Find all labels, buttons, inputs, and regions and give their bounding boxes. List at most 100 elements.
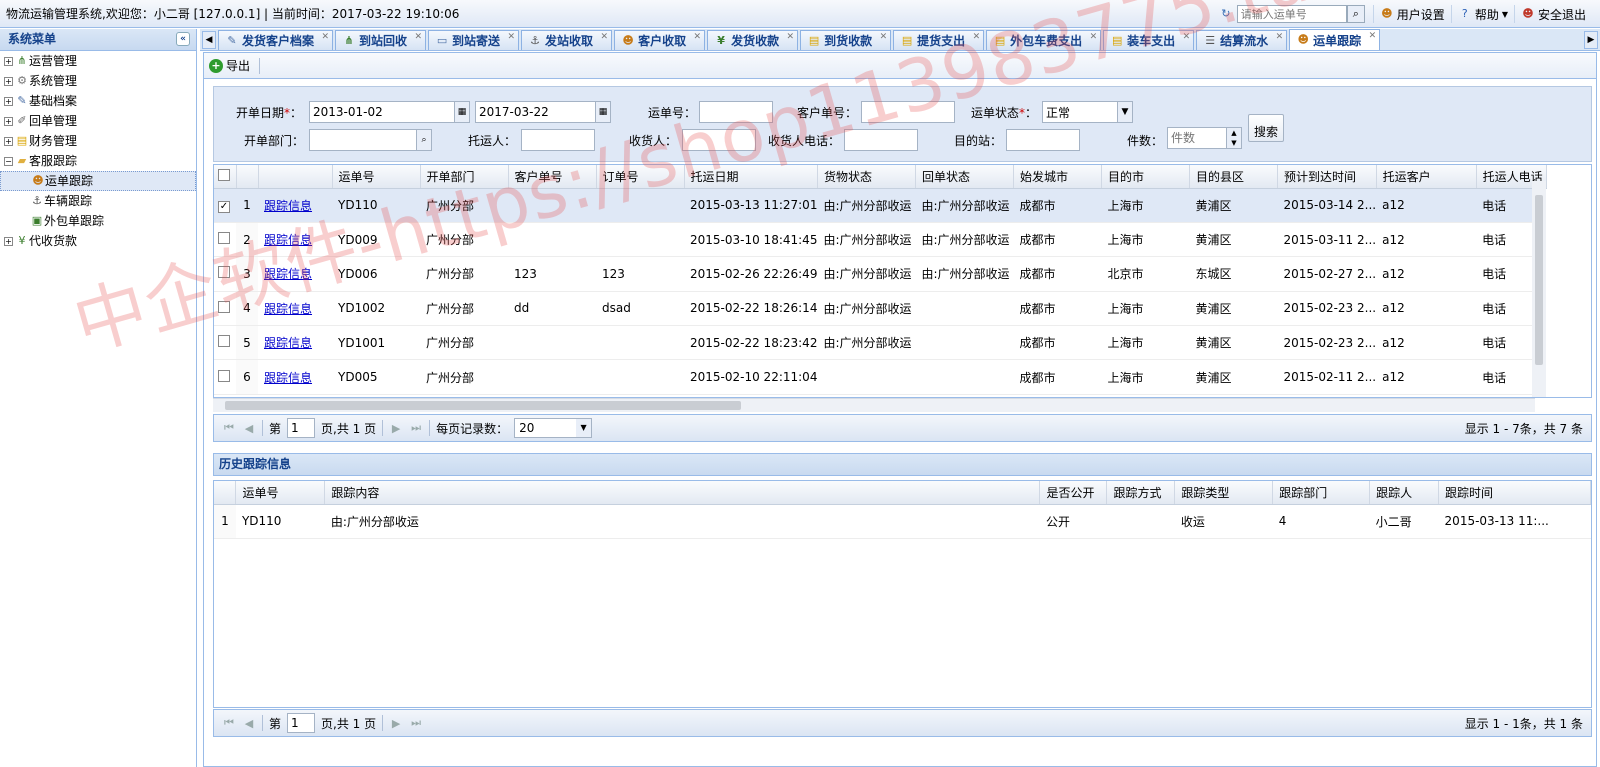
receiver-phone-input[interactable] [844, 129, 918, 151]
tab-pickup-expense[interactable]: ▤ 提货支出 ✕ [893, 30, 985, 50]
menu-item-waybill-tracking[interactable]: ☻ 运单跟踪 [0, 171, 196, 191]
search-icon[interactable]: ⌕ [1346, 5, 1365, 23]
tab-arrival-send[interactable]: ▭ 到站寄送 ✕ [428, 30, 520, 50]
last-page-icon[interactable]: ⏭ [409, 716, 423, 730]
checkbox[interactable] [218, 335, 230, 348]
user-settings-button[interactable]: ☻ 用户设置 [1372, 5, 1451, 23]
row-checkbox[interactable]: ✓ [214, 188, 236, 223]
receiver-input[interactable] [682, 129, 756, 151]
chevron-down-icon[interactable]: ▼ [1117, 101, 1133, 123]
tab-shipping-receipt[interactable]: ¥ 发货收款 ✕ [707, 30, 799, 50]
tracking-info-link[interactable]: 跟踪信息 [264, 302, 312, 316]
next-page-icon[interactable]: ▶ [389, 422, 403, 435]
tracking-info-link[interactable]: 跟踪信息 [264, 336, 312, 350]
menu-item-operations[interactable]: + ⋔ 运营管理 [0, 51, 196, 71]
table-row[interactable]: 4 跟踪信息 YD1002 广州分部 dd dsad 2015-02-22 18:26:14… [214, 291, 1547, 327]
close-tab-icon[interactable]: ✕ [1090, 32, 1098, 42]
status-select[interactable] [1042, 101, 1118, 123]
collapse-sidebar-icon[interactable]: « [176, 32, 190, 46]
start-date-from-input[interactable] [309, 101, 455, 123]
checkbox[interactable] [218, 369, 230, 382]
last-page-icon[interactable]: ⏭ [409, 421, 423, 435]
prev-page-icon[interactable]: ◀ [242, 717, 256, 730]
checkbox[interactable] [218, 266, 230, 279]
tracking-info-link[interactable]: 跟踪信息 [264, 233, 312, 247]
prev-page-icon[interactable]: ◀ [242, 422, 256, 435]
checkbox[interactable] [218, 300, 230, 313]
table-row[interactable]: ✓ 1 跟踪信息 YD110 广州分部 2015-03-13 11:27:01 由:广州分部… [214, 188, 1547, 223]
tab-scroll-right-icon[interactable]: ▶ [1584, 31, 1598, 49]
waybill-no-input[interactable] [699, 101, 773, 123]
refresh-icon[interactable]: ↻ [1219, 7, 1233, 21]
menu-item-vehicle-tracking[interactable]: ⚓ 车辆跟踪 [0, 191, 196, 211]
pieces-stepper-icon[interactable]: ▲ ▼ [1226, 127, 1242, 149]
table-row[interactable]: 6 跟踪信息 YD005 广州分部 2015-02-10 22:11:04 成都市 上海市黄… [214, 359, 1547, 395]
row-checkbox[interactable] [214, 325, 236, 361]
row-checkbox[interactable] [214, 256, 236, 292]
calendar-icon[interactable]: ▦ [454, 101, 470, 123]
checkbox[interactable]: ✓ [218, 200, 230, 213]
menu-item-outsource-tracking[interactable]: ▣ 外包单跟踪 [0, 211, 196, 231]
collapse-icon[interactable]: − [4, 156, 13, 166]
search-button[interactable]: 搜索 [1248, 114, 1284, 142]
close-tab-icon[interactable]: ✕ [321, 32, 329, 42]
page-number-input[interactable] [287, 418, 316, 438]
tab-shipper-archive[interactable]: ✎ 发货客户档案 ✕ [218, 30, 334, 50]
table-row[interactable]: 1 YD110 由:广州分部收运 公开 收运 4 小二哥 2015-03-13 11:... [214, 504, 1591, 539]
shipper-input[interactable] [521, 129, 595, 151]
per-page-select[interactable]: 20 ▼ [514, 418, 593, 438]
tab-departure-collect[interactable]: ⚓ 发站收取 ✕ [521, 30, 613, 50]
logout-button[interactable]: ☻ 安全退出 [1513, 5, 1600, 23]
close-tab-icon[interactable]: ✕ [508, 32, 516, 42]
tab-waybill-tracking[interactable]: ☻ 运单跟踪 ✕ [1289, 29, 1381, 50]
table-row[interactable]: 3 跟踪信息 YD006 广州分部 123 123 2015-02-26 22:26:49 由… [214, 256, 1547, 292]
tab-customer-collect[interactable]: ☻ 客户收取 ✕ [614, 30, 706, 50]
expand-icon[interactable]: + [4, 236, 13, 246]
menu-item-customer-service[interactable]: − ▰ 客服跟踪 [0, 151, 196, 171]
close-tab-icon[interactable]: ✕ [787, 32, 795, 42]
dept-input[interactable] [309, 129, 417, 151]
table-row[interactable]: 5 跟踪信息 YD1001 广州分部 2015-02-22 18:23:42 由:广州分部… [214, 325, 1547, 361]
chevron-down-icon[interactable]: ▼ [576, 419, 592, 437]
waybill-search-input[interactable] [1236, 5, 1347, 23]
tab-loading-expense[interactable]: ▤ 装车支出 ✕ [1103, 30, 1195, 50]
tracking-info-link[interactable]: 跟踪信息 [264, 267, 312, 281]
tab-outsource-fee[interactable]: ▤ 外包车费支出 ✕ [986, 30, 1102, 50]
menu-item-system[interactable]: + ⚙ 系统管理 [0, 71, 196, 91]
table-row[interactable]: 2 跟踪信息 YD009 广州分部 2015-03-10 18:41:45 由:广州分部收… [214, 222, 1547, 258]
close-tab-icon[interactable]: ✕ [973, 32, 981, 42]
menu-item-receipt[interactable]: + ✐ 回单管理 [0, 111, 196, 131]
scrollbar-thumb[interactable] [225, 401, 741, 410]
expand-icon[interactable]: + [4, 136, 13, 146]
customer-no-input[interactable] [861, 101, 955, 123]
close-tab-icon[interactable]: ✕ [1369, 31, 1377, 41]
tab-arrival-receipt[interactable]: ▤ 到货收款 ✕ [800, 30, 892, 50]
close-tab-icon[interactable]: ✕ [880, 32, 888, 42]
vertical-scrollbar[interactable] [1532, 181, 1546, 397]
menu-item-basic-archive[interactable]: + ✎ 基础档案 [0, 91, 196, 111]
help-button[interactable]: ? 帮助 ▼ [1450, 5, 1514, 23]
close-tab-icon[interactable]: ✕ [1183, 32, 1191, 42]
close-tab-icon[interactable]: ✕ [1276, 32, 1284, 42]
tab-scroll-left-icon[interactable]: ◀ [202, 31, 216, 49]
select-all-checkbox[interactable] [214, 165, 237, 189]
checkbox[interactable] [218, 232, 230, 245]
export-button[interactable]: + 导出 [209, 57, 250, 74]
horizontal-scrollbar[interactable] [213, 398, 1535, 412]
row-checkbox[interactable] [214, 359, 236, 395]
expand-icon[interactable]: + [4, 56, 13, 66]
close-tab-icon[interactable]: ✕ [694, 32, 702, 42]
menu-item-cod[interactable]: + ¥ 代收货款 [0, 231, 196, 251]
expand-icon[interactable]: + [4, 116, 13, 126]
search-icon[interactable]: ⌕ [416, 129, 432, 151]
destination-input[interactable] [1006, 129, 1080, 151]
menu-item-finance[interactable]: + ▤ 财务管理 [0, 131, 196, 151]
first-page-icon[interactable]: ⏮ [222, 421, 236, 435]
first-page-icon[interactable]: ⏮ [222, 716, 236, 730]
tracking-info-link[interactable]: 跟踪信息 [264, 371, 312, 385]
row-checkbox[interactable] [214, 291, 236, 327]
tab-arrival-recovery[interactable]: ⋔ 到站回收 ✕ [335, 30, 427, 50]
scrollbar-thumb[interactable] [1535, 195, 1543, 365]
pieces-input[interactable] [1167, 127, 1227, 149]
row-checkbox[interactable] [214, 222, 236, 258]
